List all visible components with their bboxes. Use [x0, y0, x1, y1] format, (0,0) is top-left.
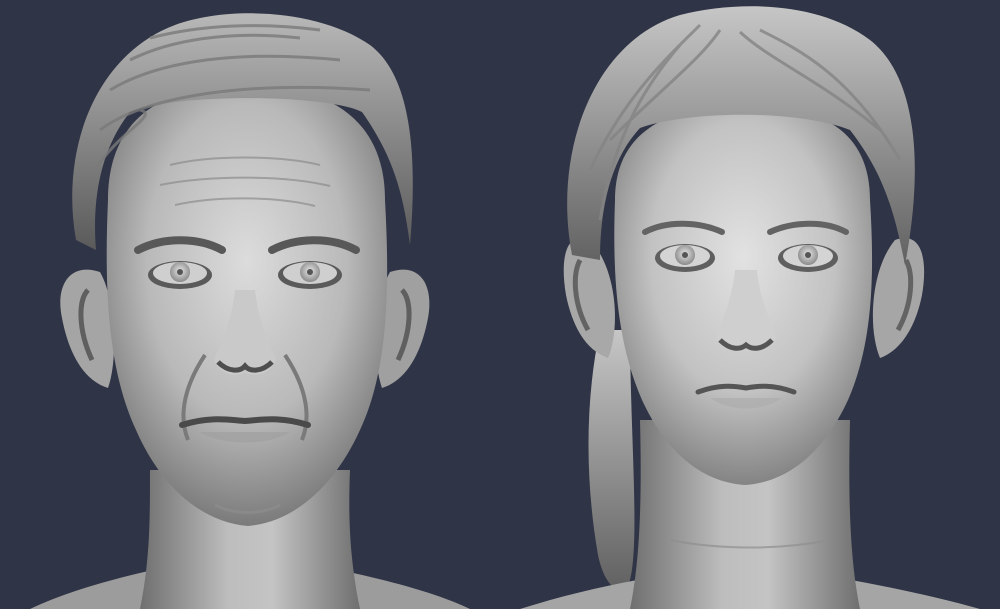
sculpt-render-canvas [0, 0, 1000, 609]
sculpt-render [0, 0, 1000, 609]
